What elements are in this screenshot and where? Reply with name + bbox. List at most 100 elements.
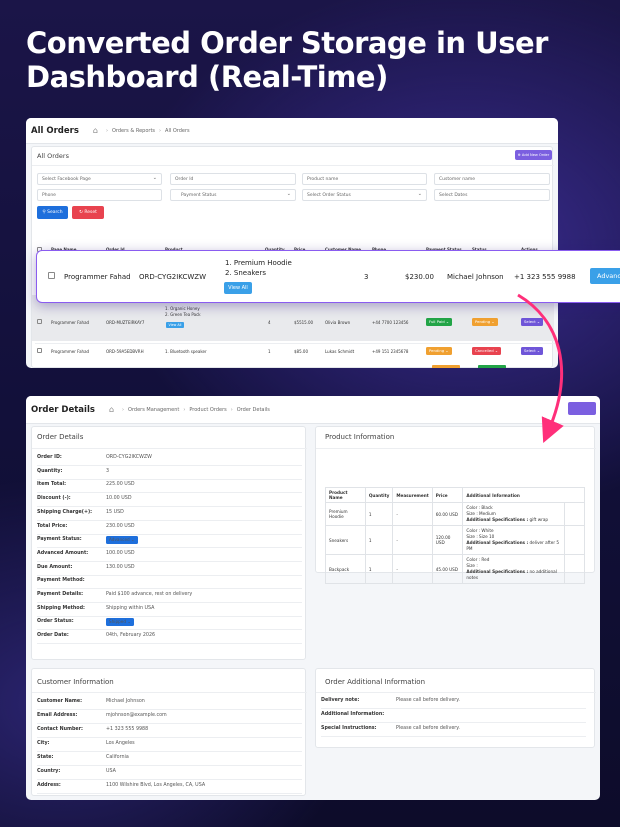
order-details-card: Order Details Order ID: ORD-CYG2IKCWZW Qua… (31, 426, 307, 660)
detail-row: Country: USA (37, 769, 302, 777)
status-select[interactable]: Shipped ⌄ (106, 617, 134, 626)
detail-row: Payment Details: Paid $100 advance, rest … (37, 592, 302, 600)
detail-label: Delivery note: (321, 698, 360, 703)
detail-label: City: (37, 741, 50, 746)
detail-row: Shipping Method: Shipping within USA (37, 606, 302, 614)
payment-status-select[interactable]: Full Paid ⌄ (426, 318, 453, 326)
page-title: All Orders (31, 125, 79, 136)
detail-value: 3 (106, 468, 110, 474)
breadcrumb-item: Order Details (236, 406, 270, 413)
customer-name-input[interactable]: Customer name (434, 173, 550, 185)
detail-value: Paid $100 advance, rest on delivery (106, 592, 193, 597)
quantity: 3 (364, 273, 369, 281)
row-checkbox[interactable] (48, 272, 55, 279)
product-table-header: Product Name Quantity Measurement Price … (325, 487, 585, 503)
order-status-select[interactable]: Pending ⌄ (472, 318, 498, 326)
table-row[interactable]: Programmer Fahad ORD-MUZTEIRKAY7 1. Orga… (35, 301, 555, 341)
chevron-down-icon: ⌄ (126, 618, 131, 624)
detail-label: Payment Status: (37, 537, 82, 543)
detail-row: State: California (37, 755, 302, 763)
action-select[interactable]: Select ⌄ (521, 347, 544, 355)
product-cell (564, 502, 585, 526)
detail-row: Due Amount: 130.00 USD (37, 565, 302, 573)
search-icon: ⚲ (42, 210, 46, 215)
detail-label: Customer Name: (37, 699, 83, 704)
order-status-select[interactable]: Cancelled ⌄ (472, 347, 502, 355)
product-name-input[interactable]: Product name (302, 173, 427, 185)
breadcrumb-item: All Orders (165, 127, 190, 134)
view-all-button[interactable]: View All (224, 282, 252, 294)
detail-value: 15 USD (106, 509, 124, 515)
detail-value: Please call before delivery. (396, 726, 460, 731)
action-select[interactable]: Select ⌄ (521, 318, 544, 326)
chevron-right-icon: › (159, 127, 162, 134)
breadcrumb-item[interactable]: Orders & Reports (112, 128, 155, 134)
detail-label: Country: (37, 769, 61, 774)
detail-value: Michael Johnson (106, 699, 145, 704)
detail-row: Total Price: 230.00 USD (37, 524, 302, 532)
refresh-icon: ↻ (79, 210, 83, 215)
detail-label: Additional Information: (321, 712, 385, 717)
page-name: Programmer Fahad (64, 273, 131, 281)
product-cell: 45.00 USD (431, 554, 464, 584)
status-select[interactable]: Advanced ⌄ (106, 535, 138, 544)
product-cell (564, 525, 585, 555)
detail-row: Item Total: 225.00 USD (37, 482, 302, 490)
breadcrumb-item[interactable]: Product Orders (189, 407, 226, 413)
facebook-page-select[interactable]: Select Facebook Page ⌄ (37, 173, 162, 185)
order-id: ORD-CYG2IKCWZW (139, 273, 207, 281)
next-row-peek (432, 365, 542, 368)
product-cell: - (392, 502, 433, 526)
product-row: Premium Hoodie 1-60.00 USD Color : Black Si… (325, 502, 585, 526)
card-title: Order Additional Information (325, 678, 426, 686)
detail-value: 04th, February 2026 (106, 633, 156, 639)
detail-row: Order Status: Shipped ⌄ (37, 617, 302, 627)
product-cell: Sneakers (325, 525, 366, 555)
product-cell: 120.00 USD (431, 525, 464, 555)
chevron-down-icon: ⌄ (417, 191, 422, 197)
detail-value: ORD-CYG2IKCWZW (106, 455, 152, 460)
price: $230.00 (405, 273, 434, 281)
payment-status-select[interactable]: Payment Status ⌄ (170, 189, 296, 201)
breadcrumb-item[interactable]: Orders Management (128, 407, 179, 413)
payment-status-select[interactable]: Pending ⌄ (426, 347, 452, 355)
home-icon[interactable]: ⌂ (93, 126, 98, 135)
highlighted-order-row[interactable]: Programmer Fahad ORD-CYG2IKCWZW 1. Premi… (36, 250, 620, 303)
detail-row: City: Los Angeles (37, 741, 302, 749)
product-cell: 1 (364, 525, 394, 555)
card-title: All Orders (37, 152, 69, 160)
table-row[interactable]: Programmer Fahad ORD-59A5EDBVRH 1. Bluet… (35, 343, 555, 357)
orders-header: All Orders ⌂ › Orders & Reports › All Or… (26, 118, 558, 144)
row-checkbox[interactable] (37, 319, 42, 324)
product-cell: - (392, 554, 433, 584)
product-cell (564, 554, 585, 584)
phone-input[interactable]: Phone (37, 189, 162, 201)
detail-label: Order Date: (37, 633, 69, 639)
payment-status-select[interactable]: Advance (590, 268, 620, 284)
detail-value: USA (106, 769, 116, 774)
product-cell: - (392, 525, 433, 555)
chevron-down-icon: ⌄ (286, 191, 291, 197)
detail-value: Shipping within USA (106, 605, 155, 611)
customer-info-card: Customer Information Customer Name: Micha… (31, 668, 307, 796)
detail-label: State: (37, 755, 54, 760)
reset-button[interactable]: ↻ Reset (72, 206, 104, 219)
order-status-select[interactable]: Select Order Status ⌄ (302, 189, 427, 201)
customer-name: Michael Johnson (447, 273, 504, 281)
detail-row: Order ID: ORD-CYG2IKCWZW (37, 455, 302, 463)
chevron-right-icon: › (183, 406, 186, 413)
order-id-input[interactable]: Order Id (170, 173, 296, 185)
detail-row: Delivery note: Please call before deliver… (321, 698, 586, 706)
row-checkbox[interactable] (37, 348, 42, 353)
view-all-button[interactable]: View All (166, 322, 184, 328)
home-icon[interactable]: ⌂ (109, 405, 114, 414)
detail-label: Contact Number: (37, 727, 83, 732)
header-action-button[interactable] (568, 402, 596, 415)
detail-value: California (106, 755, 129, 760)
dates-input[interactable]: Select Dates (434, 189, 550, 201)
add-new-order-button[interactable]: ⊕ Add New Order (515, 150, 552, 160)
search-button[interactable]: ⚲ Search (37, 206, 68, 219)
detail-value: 230.00 USD (106, 523, 135, 529)
detail-label: Shipping Charge(+): (37, 509, 93, 515)
detail-value: 1100 Wilshire Blvd, Los Angeles, CA, USA (106, 783, 206, 788)
